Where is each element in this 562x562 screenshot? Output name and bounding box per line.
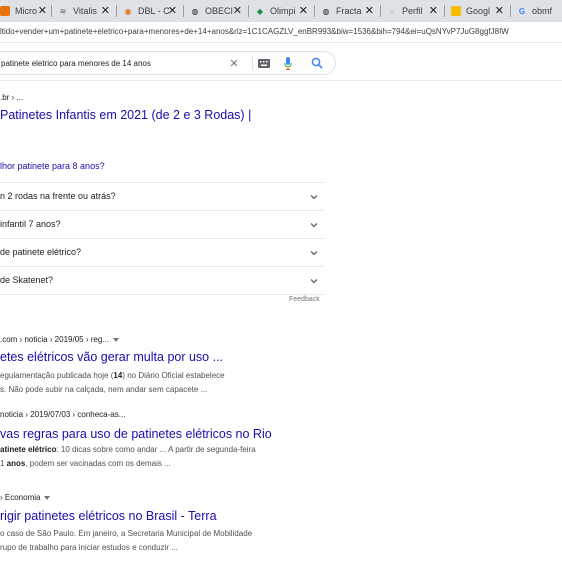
tab-favicon-icon: ◍ [322,6,330,16]
tab-favicon-icon: ≋ [59,6,67,16]
chevron-down-icon [310,279,318,284]
browser-tab-strip: Micro ✕ ≋ Vitalis ✕ ◉ DBL - C ✕ ◍ OBECI … [0,0,562,22]
tab-title: Micro [15,6,37,16]
paa-heading-link[interactable]: lhor patinete para 8 anos? [0,161,105,171]
snippet-highlight: atinete elétrico [0,445,57,454]
close-tab-icon[interactable]: ✕ [429,5,438,17]
browser-tab[interactable]: ◆ Olimpi ✕ [255,2,308,20]
tab-favicon-icon: ◉ [124,6,132,16]
clear-icon[interactable]: ✕ [227,56,241,70]
divider [252,57,253,70]
search-box[interactable]: ✕ [0,51,336,75]
tab-title: Vitalis [73,6,97,16]
browser-tab[interactable]: Googl ✕ [451,2,504,20]
tab-favicon-icon: ○ [389,6,395,16]
snippet-text: , podem ser vacinadas com os demais ... [25,459,171,468]
microphone-icon[interactable] [283,56,293,70]
more-options-icon[interactable] [44,495,51,500]
browser-tab[interactable]: ≋ Vitalis ✕ [58,2,110,20]
search-icon[interactable] [310,56,324,70]
result-cite-text: .com › noticia › 2019/05 › reg... [0,335,109,344]
paa-question[interactable]: infantil 7 anos? [0,210,324,238]
close-tab-icon[interactable]: ✕ [495,5,504,17]
result-cite[interactable]: .br › ... [0,93,23,102]
tab-title: Perfil [402,6,423,16]
result-title-link[interactable]: rigir patinetes elétricos no Brasil - Te… [0,509,217,523]
result-title-link[interactable]: Patinetes Infantis em 2021 (de 2 e 3 Rod… [0,108,251,122]
result-cite-text: › Economia [0,493,41,502]
result-cite[interactable]: noticia › 2019/07/03 › conheca-as... [0,410,125,419]
google-icon: G [518,6,526,16]
paa-question[interactable]: de patinete elétrico? [0,238,324,266]
tab-title: DBL - C [138,6,170,16]
result-snippet-line: atinete elétrico: 10 dicas sobre como an… [0,445,256,454]
paa-question-text: n 2 rodas na frente ou atrás? [0,191,116,201]
snippet-highlight: 14 [113,371,123,380]
tab-favicon-icon [451,6,461,16]
close-tab-icon[interactable]: ✕ [101,5,110,17]
more-options-icon[interactable] [112,337,119,342]
paa-question-text: de Skatenet? [0,275,54,285]
result-title-link[interactable]: vas regras para uso de patinetes elétric… [0,427,272,441]
divider [0,294,324,295]
snippet-text: ) no Diário Oficial estabelece [122,371,225,380]
snippet-text: 1 [0,459,7,468]
paa-question[interactable]: n 2 rodas na frente ou atrás? [0,182,324,210]
browser-tab-active[interactable]: G obmf [517,2,562,20]
close-tab-icon[interactable]: ✕ [38,5,47,17]
paa-question-text: de patinete elétrico? [0,247,82,257]
keyboard-icon[interactable] [258,58,270,68]
tab-favicon-icon: ◆ [256,6,264,16]
url-text[interactable]: ltido+vender+um+patinete+eletrico+para+m… [0,27,509,36]
result-snippet-line: egulamentação publicada hoje (14) no Diá… [0,371,225,380]
browser-tab[interactable]: ○ Perfil ✕ [387,2,438,20]
feedback-link[interactable]: Feedback [289,296,320,303]
paa-question-text: infantil 7 anos? [0,219,61,229]
paa-question[interactable]: de Skatenet? [0,266,324,294]
tab-divider [183,5,184,17]
browser-tab[interactable]: ◍ Fracta ✕ [321,2,375,20]
tab-divider [314,5,315,17]
result-cite[interactable]: .com › noticia › 2019/05 › reg... [0,335,119,344]
snippet-text: : 10 dicas sobre como andar ... A partir… [56,445,256,454]
search-input[interactable] [1,55,201,71]
close-tab-icon[interactable]: ✕ [299,5,308,17]
tab-divider [380,5,381,17]
tab-divider [51,5,52,17]
tab-title: OBECI [205,6,234,16]
browser-tab[interactable]: ◉ DBL - C ✕ [123,2,178,20]
close-tab-icon[interactable]: ✕ [365,5,374,17]
result-cite[interactable]: › Economia [0,493,51,502]
tab-title: Olimpi [270,6,296,16]
chevron-down-icon [310,195,318,200]
search-header: ✕ [0,43,562,81]
result-snippet-line: 1 anos, podem ser vacinadas com os demai… [0,459,171,468]
result-snippet-line: o caso de São Paulo. Em janeiro, a Secre… [0,529,253,538]
tab-divider [116,5,117,17]
result-snippet-line: s. Não pode subir na calçada, nem andar … [0,385,208,394]
close-tab-icon[interactable]: ✕ [168,5,177,17]
chevron-down-icon [310,223,318,228]
snippet-highlight: anos [6,459,26,468]
tab-title: Fracta [336,6,362,16]
address-bar[interactable]: ltido+vender+um+patinete+eletrico+para+m… [0,22,562,43]
tab-title: obmf [532,6,553,16]
tab-divider [444,5,445,17]
chevron-down-icon [310,251,318,256]
tab-favicon-icon [0,6,10,16]
result-title-link[interactable]: etes elétricos vão gerar multa por uso .… [0,350,223,364]
tab-divider [510,5,511,17]
result-snippet-line: rupo de trabalho para iniciar estudos e … [0,543,178,552]
tab-favicon-icon: ◍ [191,6,199,16]
tab-divider [248,5,249,17]
browser-tab[interactable]: Micro ✕ [0,2,47,20]
tab-title: Googl [466,6,491,16]
snippet-text: egulamentação publicada hoje ( [0,371,114,380]
browser-tab[interactable]: ◍ OBECI ✕ [190,2,243,20]
close-tab-icon[interactable]: ✕ [233,5,242,17]
